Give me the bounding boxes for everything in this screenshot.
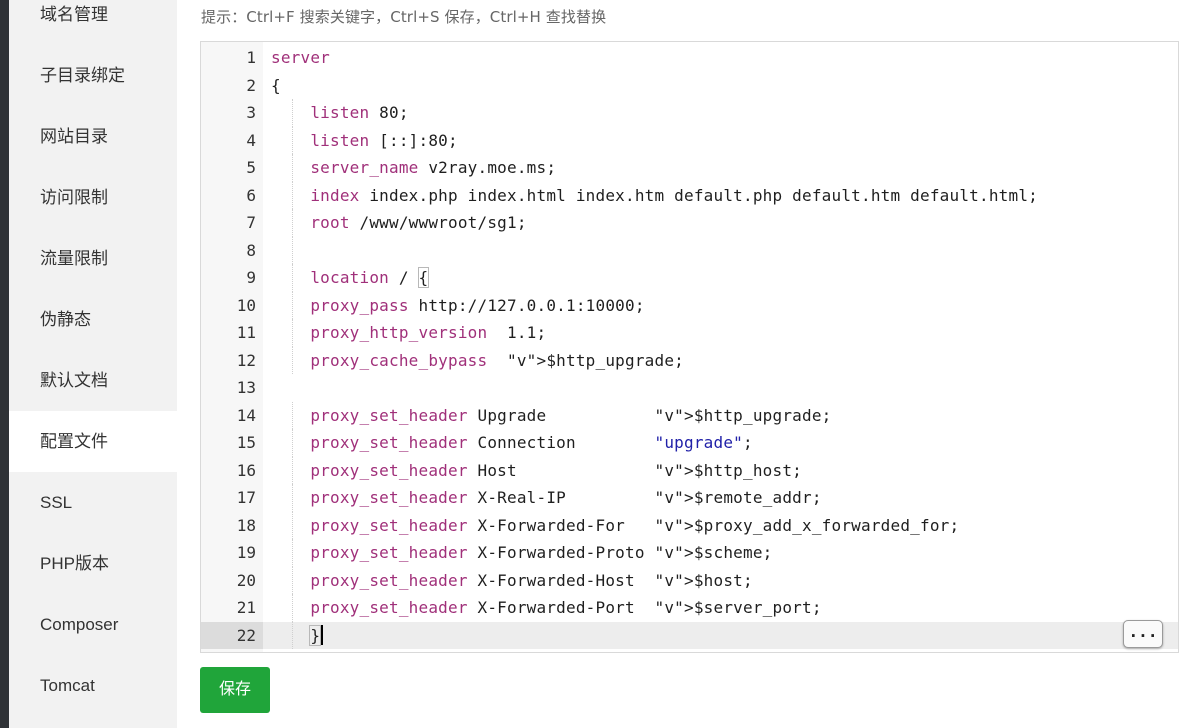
- sidebar-item-default-document[interactable]: 默认文档: [9, 350, 177, 411]
- code-line[interactable]: 14 proxy_set_header Upgrade "v">$http_up…: [201, 401, 1178, 430]
- more-options-button[interactable]: ...: [1123, 620, 1163, 648]
- code-editor[interactable]: 1 server 2{3 listen 80; 4 listen [::]:80; 5 …: [200, 41, 1179, 653]
- code-text[interactable]: proxy_set_header X-Real-IP "v">$remote_a…: [271, 484, 822, 512]
- line-number: 21: [236, 598, 256, 617]
- code-text[interactable]: root /www/wwwroot/sg1;: [271, 209, 527, 237]
- sidebar-item-access-restriction[interactable]: 访问限制: [9, 167, 177, 228]
- line-number: 14: [236, 405, 256, 425]
- sidebar-item-traffic-limit[interactable]: 流量限制: [9, 228, 177, 289]
- code-line[interactable]: 4 listen [::]:80;: [201, 126, 1178, 155]
- sidebar-item-site-directory[interactable]: 网站目录: [9, 106, 177, 167]
- code-text[interactable]: listen 80;: [271, 99, 409, 127]
- code-text[interactable]: {: [271, 72, 281, 100]
- sidebar-item-composer[interactable]: Composer: [9, 594, 177, 655]
- code-line[interactable]: 18 proxy_set_header X-Forwarded-For "v">…: [201, 511, 1178, 540]
- save-button[interactable]: 保存: [200, 667, 270, 713]
- code-text[interactable]: server: [271, 44, 330, 72]
- line-number: 13: [236, 378, 256, 397]
- code-text[interactable]: server_name v2ray.moe.ms;: [271, 154, 556, 182]
- sidebar-item-domain-management[interactable]: 域名管理: [9, 0, 177, 45]
- code-line[interactable]: 2{: [201, 72, 1178, 100]
- line-number: 22: [236, 625, 256, 645]
- code-line[interactable]: 9 location / {: [201, 264, 1178, 292]
- code-line[interactable]: 15 proxy_set_header Connection "upgrade"…: [201, 429, 1178, 457]
- line-number: 9: [246, 268, 256, 287]
- code-text[interactable]: listen [::]:80;: [271, 127, 458, 155]
- code-line[interactable]: 6 index index.php index.html index.htm d…: [201, 181, 1178, 210]
- code-text[interactable]: }: [271, 622, 324, 650]
- code-text[interactable]: proxy_cache_bypass "v">$http_upgrade;: [271, 347, 684, 375]
- code-text[interactable]: proxy_set_header X-Forwarded-Host "v">$h…: [271, 567, 753, 595]
- code-line[interactable]: 7 root /www/wwwroot/sg1;: [201, 209, 1178, 237]
- code-line[interactable]: 20 proxy_set_header X-Forwarded-Host "v"…: [201, 566, 1178, 595]
- code-text[interactable]: proxy_set_header X-Forwarded-Port "v">$s…: [271, 594, 822, 622]
- line-number: 6: [246, 185, 256, 205]
- code-line[interactable]: 16 proxy_set_header Host "v">$http_host;: [201, 456, 1178, 485]
- code-line[interactable]: 19 proxy_set_header X-Forwarded-Proto "v…: [201, 539, 1178, 567]
- line-number: 5: [246, 158, 256, 177]
- code-text[interactable]: location / {: [271, 264, 430, 292]
- code-text[interactable]: [271, 237, 310, 265]
- code-text[interactable]: proxy_set_header Upgrade "v">$http_upgra…: [271, 402, 832, 430]
- code-line[interactable]: 13: [201, 374, 1178, 402]
- code-line[interactable]: 21 proxy_set_header X-Forwarded-Port "v"…: [201, 594, 1178, 622]
- code-text[interactable]: proxy_set_header Connection "upgrade";: [271, 429, 753, 457]
- sidebar-item-php-version[interactable]: PHP版本: [9, 533, 177, 594]
- code-line[interactable]: 1 server: [201, 44, 1178, 72]
- code-text[interactable]: proxy_set_header X-Forwarded-Proto "v">$…: [271, 539, 773, 567]
- line-number: 11: [236, 323, 256, 342]
- code-text[interactable]: index index.php index.html index.htm def…: [271, 182, 1038, 210]
- sidebar-item-config-file[interactable]: 配置文件: [9, 411, 177, 472]
- line-number: 2: [246, 75, 256, 95]
- code-line[interactable]: 5 server_name v2ray.moe.ms;: [201, 154, 1178, 182]
- code-line[interactable]: 10 proxy_pass http://127.0.0.1:10000;: [201, 291, 1178, 320]
- active-line-highlight: [263, 621, 1178, 649]
- code-text[interactable]: proxy_http_version 1.1;: [271, 319, 546, 347]
- line-number: 12: [236, 350, 256, 370]
- code-lines[interactable]: 1 server 2{3 listen 80; 4 listen [::]:80; 5 …: [201, 44, 1178, 649]
- code-line[interactable]: 12 proxy_cache_bypass "v">$http_upgrade;: [201, 346, 1178, 375]
- code-line[interactable]: 22 }: [201, 621, 1178, 650]
- sidebar-item-subdirectory-binding[interactable]: 子目录绑定: [9, 45, 177, 106]
- line-number: 10: [236, 295, 256, 315]
- sidebar-item-rewrite[interactable]: 伪静态: [9, 289, 177, 350]
- shortcut-hint: 提示：Ctrl+F 搜索关键字，Ctrl+S 保存，Ctrl+H 查找替换: [201, 8, 607, 26]
- line-number: 15: [236, 433, 256, 452]
- line-number: 7: [246, 213, 256, 232]
- code-text[interactable]: proxy_set_header X-Forwarded-For "v">$pr…: [271, 512, 959, 540]
- line-number: 18: [236, 515, 256, 535]
- code-text[interactable]: proxy_set_header Host "v">$http_host;: [271, 457, 802, 485]
- code-line[interactable]: 3 listen 80;: [201, 99, 1178, 127]
- text-cursor: [321, 624, 324, 645]
- sidebar: 域名管理 子目录绑定 网站目录 访问限制 流量限制 伪静态 默认文档 配置文件 …: [9, 0, 177, 728]
- line-number: 16: [236, 460, 256, 480]
- line-number: 1: [246, 48, 256, 67]
- line-number: 8: [246, 240, 256, 260]
- line-number: 17: [236, 488, 256, 507]
- sidebar-item-tomcat[interactable]: Tomcat: [9, 655, 177, 716]
- line-number: 19: [236, 543, 256, 562]
- line-number: 3: [246, 103, 256, 122]
- code-line[interactable]: 11 proxy_http_version 1.1;: [201, 319, 1178, 347]
- line-number: 20: [236, 570, 256, 590]
- window-edge: [0, 0, 9, 728]
- code-line[interactable]: 17 proxy_set_header X-Real-IP "v">$remot…: [201, 484, 1178, 512]
- code-line[interactable]: 8: [201, 236, 1178, 265]
- sidebar-item-ssl[interactable]: SSL: [9, 472, 177, 533]
- line-number: 4: [246, 130, 256, 150]
- code-text[interactable]: proxy_pass http://127.0.0.1:10000;: [271, 292, 645, 320]
